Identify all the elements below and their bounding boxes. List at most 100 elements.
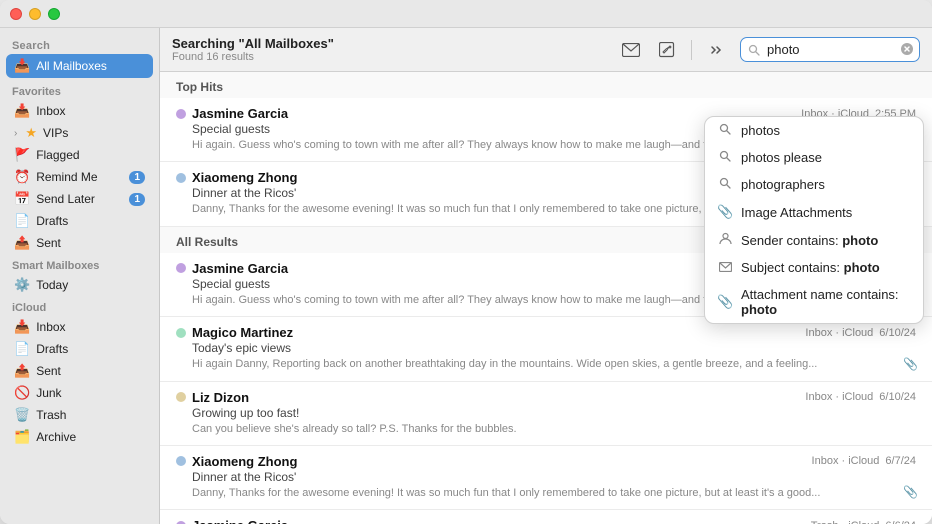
sidebar-item-label: Flagged — [36, 148, 79, 162]
sidebar-item-sent[interactable]: 📤 Sent — [4, 232, 155, 254]
smart-mailboxes-label: Smart Mailboxes — [0, 254, 159, 274]
avatar — [176, 392, 186, 402]
email-location: Inbox · iCloud — [805, 327, 873, 339]
send-later-badge: 1 — [129, 193, 145, 206]
all-mailboxes-item[interactable]: 📥 All Mailboxes — [6, 54, 153, 78]
sidebar: Search 📥 All Mailboxes Favorites 📥 Inbox… — [0, 28, 160, 524]
mail-icon — [622, 43, 640, 57]
sidebar-item-drafts[interactable]: 📄 Drafts — [4, 210, 155, 232]
search-input-wrapper — [740, 37, 920, 62]
email-time: 6/7/24 — [885, 455, 916, 467]
sidebar-item-icloud-archive[interactable]: 🗂️ Archive — [4, 426, 155, 448]
archive-icon: 🗂️ — [14, 429, 30, 445]
dropdown-item-text: Attachment name contains: photo — [741, 287, 911, 317]
all-mailboxes-label: All Mailboxes — [36, 59, 107, 73]
sent-icon: 📤 — [14, 235, 30, 251]
toolbar: Searching "All Mailboxes" Found 16 resul… — [160, 28, 932, 72]
title-bar — [0, 0, 932, 28]
chevron-icon: › — [14, 128, 17, 139]
sidebar-item-icloud-sent[interactable]: 📤 Sent — [4, 360, 155, 382]
search-icon — [717, 177, 733, 192]
dropdown-item-text: photos — [741, 123, 911, 138]
sidebar-item-label: VIPs — [43, 126, 68, 140]
toolbar-title: Searching "All Mailboxes" — [172, 36, 611, 51]
dropdown-item-subject-contains[interactable]: Subject contains: photo — [705, 254, 923, 281]
send-later-icon: 📅 — [14, 191, 30, 207]
minimize-button[interactable] — [29, 8, 41, 20]
sidebar-item-icloud-drafts[interactable]: 📄 Drafts — [4, 338, 155, 360]
dropdown-item-photographers[interactable]: photographers — [705, 171, 923, 198]
sidebar-item-vips[interactable]: › ★ VIPs — [4, 122, 155, 144]
maximize-button[interactable] — [48, 8, 60, 20]
trash-icon: 🗑️ — [14, 407, 30, 423]
sidebar-item-label: Trash — [36, 408, 66, 422]
email-time: 6/6/24 — [885, 520, 916, 524]
inbox-icon: 📥 — [14, 319, 30, 335]
inbox-icon: 📥 — [14, 58, 30, 74]
email-time: 6/10/24 — [879, 391, 916, 403]
email-sender: Jasmine Garcia — [192, 518, 805, 524]
dropdown-item-attachment-name[interactable]: 📎 Attachment name contains: photo — [705, 281, 923, 323]
sidebar-item-icloud-junk[interactable]: 🚫 Junk — [4, 382, 155, 404]
email-item-header: Liz Dizon Inbox · iCloud 6/10/24 — [176, 390, 916, 405]
email-subject: Today's epic views — [176, 341, 916, 355]
sidebar-item-label: Inbox — [36, 104, 65, 118]
attachment-icon: 📎 — [903, 357, 918, 371]
email-item[interactable]: Magico Martinez Inbox · iCloud 6/10/24 T… — [160, 317, 932, 381]
top-hits-header: Top Hits — [160, 72, 932, 98]
email-sender: Magico Martinez — [192, 325, 799, 340]
sidebar-item-flagged[interactable]: 🚩 Flagged — [4, 144, 155, 166]
email-item[interactable]: Liz Dizon Inbox · iCloud 6/10/24 Growing… — [160, 382, 932, 446]
main-content: Searching "All Mailboxes" Found 16 resul… — [160, 28, 932, 524]
close-button[interactable] — [10, 8, 22, 20]
dropdown-item-image-attachments[interactable]: 📎 Image Attachments — [705, 198, 923, 226]
favorites-label: Favorites — [0, 80, 159, 100]
email-sender: Liz Dizon — [192, 390, 799, 405]
mail-window: Search 📥 All Mailboxes Favorites 📥 Inbox… — [0, 0, 932, 524]
email-location: Inbox · iCloud — [805, 391, 873, 403]
compose-icon-btn[interactable] — [655, 38, 679, 62]
toolbar-icons — [619, 37, 920, 62]
flag-icon: 🚩 — [14, 147, 30, 163]
dropdown-item-text: photos please — [741, 150, 911, 165]
dropdown-item-sender-contains[interactable]: Sender contains: photo — [705, 226, 923, 254]
star-icon: ★ — [25, 125, 37, 141]
toolbar-subtitle: Found 16 results — [172, 51, 611, 63]
search-dropdown: photos photos please — [704, 116, 924, 324]
sent-icon: 📤 — [14, 363, 30, 379]
email-subject: Dinner at the Ricos' — [176, 470, 916, 484]
sidebar-item-icloud-trash[interactable]: 🗑️ Trash — [4, 404, 155, 426]
sidebar-item-send-later[interactable]: 📅 Send Later 1 — [4, 188, 155, 210]
email-preview: Can you believe she's already so tall? P… — [176, 422, 916, 437]
sidebar-item-today[interactable]: ⚙️ Today — [4, 274, 155, 296]
avatar — [176, 173, 186, 183]
search-icon — [717, 123, 733, 138]
email-item[interactable]: Jasmine Garcia Trash · iCloud 6/6/24 — [160, 510, 932, 524]
search-input[interactable] — [740, 37, 920, 62]
sidebar-item-label: Remind Me — [36, 170, 97, 184]
more-icon-btn[interactable] — [704, 38, 728, 62]
dropdown-item-photos[interactable]: photos — [705, 117, 923, 144]
envelope-icon — [717, 260, 733, 275]
email-item-header: Xiaomeng Zhong Inbox · iCloud 6/7/24 — [176, 454, 916, 469]
sidebar-item-remind-me[interactable]: ⏰ Remind Me 1 — [4, 166, 155, 188]
email-location: Trash · iCloud — [811, 520, 880, 524]
email-subject: Growing up too fast! — [176, 406, 916, 420]
email-item-header: Jasmine Garcia Trash · iCloud 6/6/24 — [176, 518, 916, 524]
sidebar-item-label: Drafts — [36, 342, 68, 356]
sidebar-item-inbox[interactable]: 📥 Inbox — [4, 100, 155, 122]
app-body: Search 📥 All Mailboxes Favorites 📥 Inbox… — [0, 28, 932, 524]
email-sender: Jasmine Garcia — [192, 106, 795, 121]
magnify-icon — [719, 150, 731, 162]
drafts-icon: 📄 — [14, 341, 30, 357]
mail-icon-btn[interactable] — [619, 38, 643, 62]
email-sender: Xiaomeng Zhong — [192, 454, 806, 469]
sidebar-item-icloud-inbox[interactable]: 📥 Inbox — [4, 316, 155, 338]
dropdown-item-photos-please[interactable]: photos please — [705, 144, 923, 171]
toolbar-title-area: Searching "All Mailboxes" Found 16 resul… — [172, 36, 611, 63]
sidebar-item-label: Junk — [36, 386, 61, 400]
dropdown-item-text: photographers — [741, 177, 911, 192]
search-clear-button[interactable] — [900, 42, 914, 58]
avatar — [176, 109, 186, 119]
email-item[interactable]: Xiaomeng Zhong Inbox · iCloud 6/7/24 Din… — [160, 446, 932, 510]
